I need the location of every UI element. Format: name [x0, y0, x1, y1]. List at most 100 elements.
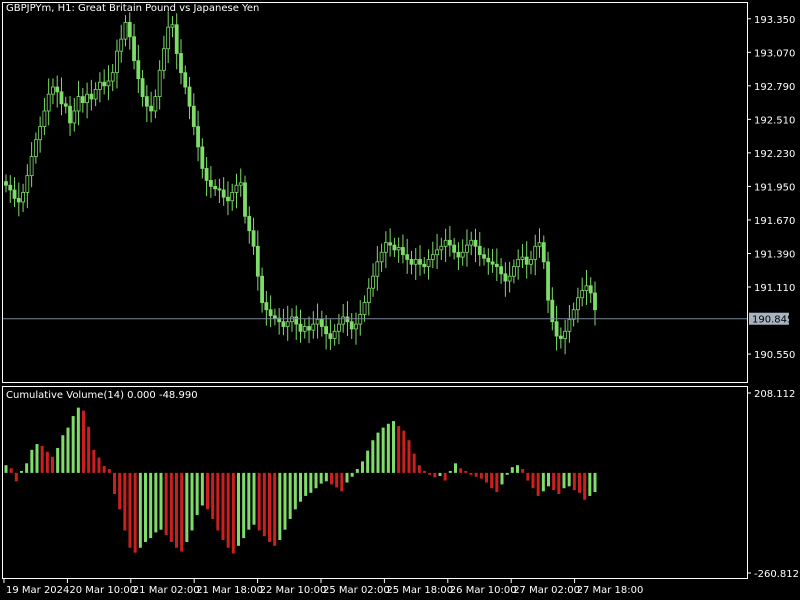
candle-body: [439, 245, 444, 251]
volume-bar: [572, 472, 576, 491]
candle-body: [226, 196, 230, 202]
candle-body: [512, 266, 516, 277]
volume-bar: [536, 472, 540, 496]
volume-bar: [169, 472, 173, 542]
price-tick-label: 192.230: [754, 149, 795, 160]
candle-body: [187, 86, 192, 107]
candle-body: [593, 292, 597, 311]
candle-body: [140, 78, 145, 98]
volume-bar: [479, 472, 483, 479]
volume-bar: [45, 451, 49, 473]
volume-bar: [283, 472, 287, 530]
candle-body: [221, 189, 226, 198]
price-tick-label: 191.110: [754, 283, 795, 294]
time-tick-label: 27 Mar 02:00: [513, 585, 580, 596]
candle-body: [123, 21, 128, 40]
candle-body: [196, 126, 200, 148]
candle-body: [119, 38, 124, 52]
candle-body: [162, 48, 166, 71]
candle-body: [503, 273, 508, 282]
volume-bar: [531, 472, 535, 489]
volume-bar: [459, 468, 463, 473]
volume-bar: [438, 472, 442, 476]
candle-body: [268, 309, 273, 317]
volume-bar: [562, 472, 566, 489]
candle-body: [477, 245, 482, 256]
volume-bar: [113, 472, 116, 494]
volume-bar: [25, 463, 29, 473]
volume-bar: [144, 472, 147, 542]
candle-body: [311, 323, 316, 331]
candle-body: [354, 323, 358, 330]
candle-body: [520, 256, 525, 260]
volume-bar: [299, 472, 302, 502]
volume-bar: [361, 461, 364, 473]
volume-bar: [180, 472, 184, 552]
volume-bar: [464, 470, 468, 473]
candle-body: [460, 251, 465, 258]
time-tick-label: 25 Mar 18:00: [386, 585, 453, 596]
candle-body: [153, 96, 158, 112]
volume-bar: [149, 472, 153, 539]
volume-bar: [206, 472, 209, 510]
volume-bar: [200, 472, 204, 506]
price-tick-label: 192.790: [754, 82, 795, 93]
candle-body: [563, 330, 568, 339]
candle-body: [93, 89, 98, 100]
candle-body: [524, 256, 529, 265]
candle-body: [200, 146, 205, 169]
candle-body: [25, 175, 30, 193]
volume-bar: [257, 472, 261, 531]
candle-body: [85, 93, 89, 103]
volume-bar: [61, 435, 65, 473]
volume-bar: [185, 472, 189, 542]
chart-canvas[interactable]: 193.350 193.070 192.790 192.510 192.230 191.9…: [0, 0, 800, 600]
volume-bar: [82, 410, 85, 473]
volume-bar: [9, 468, 13, 473]
candle-body: [319, 318, 324, 327]
volume-bar: [583, 472, 587, 500]
candle-body: [379, 251, 384, 263]
candle-body: [494, 263, 499, 268]
volume-bar: [92, 449, 96, 473]
volume-bar: [71, 416, 75, 473]
candle-body: [213, 186, 218, 190]
candle-body: [371, 275, 375, 289]
candle-body: [473, 239, 478, 247]
candle-body: [80, 96, 85, 103]
volume-bar: [226, 472, 230, 548]
volume-bar: [102, 465, 106, 473]
volume-bar: [247, 472, 251, 530]
candle-body: [447, 239, 452, 246]
candle-body: [533, 245, 538, 260]
volume-bar: [56, 447, 60, 473]
volume-bar: [386, 423, 390, 473]
volume-bar: [175, 472, 178, 548]
volume-bar: [319, 472, 323, 484]
candle-body: [349, 321, 354, 330]
volume-bar: [154, 472, 158, 533]
candle-body: [571, 309, 576, 320]
candle-body: [97, 81, 102, 90]
candle-body: [102, 81, 107, 87]
candle-body: [358, 314, 363, 325]
candle-body: [290, 316, 294, 323]
candle-body: [486, 257, 491, 263]
candle-body: [409, 259, 414, 265]
candle-body: [426, 259, 431, 268]
candle-body: [584, 285, 589, 291]
candle-body: [315, 318, 320, 325]
candle-body: [72, 110, 77, 124]
candle-body: [332, 330, 337, 339]
volume-bar: [547, 472, 550, 487]
volume-bar: [211, 472, 215, 519]
volume-bar: [252, 472, 256, 525]
volume-bar: [324, 472, 328, 482]
time-tick-label: 21 Mar 18:00: [196, 585, 263, 596]
volume-bar: [428, 472, 432, 475]
volume-bar: [345, 472, 349, 483]
volume-bar: [376, 432, 380, 473]
volume-bar: [516, 465, 519, 473]
candle-body: [42, 110, 47, 127]
price-tick-label: 193.350: [754, 15, 795, 26]
